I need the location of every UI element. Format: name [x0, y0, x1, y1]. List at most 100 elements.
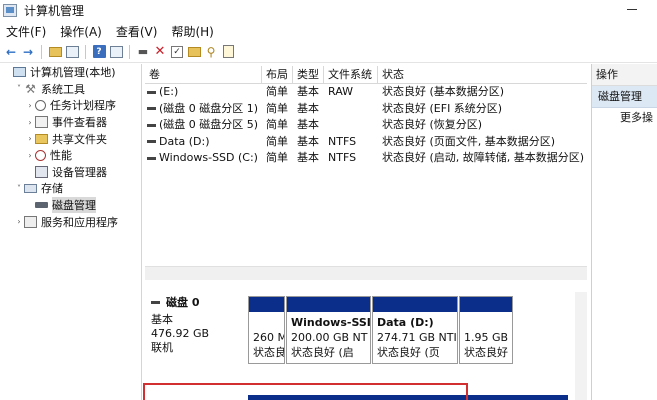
tree-item[interactable]: ˅ ⚒ 系统工具 — [0, 81, 141, 98]
window-title: 计算机管理 — [24, 3, 85, 18]
menu-bar: 文件(F) 操作(A) 查看(V) 帮助(H) — [0, 22, 657, 41]
disk-0-size: 476.92 GB — [151, 327, 210, 340]
tree-item[interactable]: 磁盘管理 — [0, 197, 141, 214]
volume-row[interactable]: Data (D:) 简单 基本 NTFS 状态良好 (页面文件, 基本数据分区) — [145, 134, 587, 151]
partition-size: 274.71 GB NTI — [377, 331, 457, 344]
search-icon[interactable]: ⚲ — [204, 45, 218, 59]
volume-name-cell: Windows-SSD (C:) — [145, 150, 262, 167]
partition-status: 状态良好 (页 — [377, 346, 440, 359]
volume-name-cell: (磁盘 0 磁盘分区 1) — [145, 101, 262, 118]
menu-action[interactable]: 操作(A) — [60, 23, 102, 40]
partition-status: 状态良好 (启 — [291, 346, 354, 359]
highlight-box — [143, 383, 468, 400]
volume-name: (磁盘 0 磁盘分区 1) — [159, 101, 259, 115]
volume-name-cell: Data (D:) — [145, 134, 262, 151]
tree-item[interactable]: ˅ 存储 — [0, 180, 141, 197]
tree-item[interactable]: 计算机管理(本地) — [0, 64, 141, 81]
volume-name: (E:) — [159, 85, 179, 99]
type-cell: 基本 — [297, 118, 319, 131]
help-icon[interactable]: ? — [92, 45, 106, 59]
horizontal-scrollbar[interactable] — [145, 266, 587, 280]
disk-0-name: 磁盘 0 — [166, 296, 200, 309]
volume-row[interactable]: (磁盘 0 磁盘分区 1) 简单 基本 状态良好 (EFI 系统分区) — [145, 101, 587, 118]
forward-arrow-icon[interactable]: → — [21, 45, 35, 59]
partition-band — [460, 297, 512, 312]
tree-item[interactable]: 设备管理器 — [0, 164, 141, 181]
show-hide-tree-icon[interactable] — [65, 45, 79, 59]
tree-item[interactable]: › 共享文件夹 — [0, 130, 141, 147]
partition-body: Data (D:) 274.71 GB NTI 状态良好 (页 — [373, 312, 457, 360]
tree-item[interactable]: › 事件查看器 — [0, 114, 141, 131]
partition-body: 1.95 GB 状态良好 — [460, 312, 512, 360]
layout-cell: 简单 — [266, 151, 288, 164]
partition-size: 1.95 GB — [464, 331, 509, 344]
column-header-filesystem[interactable]: 文件系统 — [324, 66, 378, 83]
layout-cell: 简单 — [266, 101, 288, 115]
tree-item[interactable]: › 性能 — [0, 147, 141, 164]
properties-icon[interactable] — [109, 45, 123, 59]
up-folder-icon[interactable] — [48, 45, 62, 59]
partition-size: 260 M — [253, 331, 285, 344]
partition-recovery[interactable]: 1.95 GB 状态良好 — [459, 296, 513, 364]
console-tree: 计算机管理(本地) ˅ ⚒ 系统工具 › 任务计划程序 › 事件查看器 › 共享文件夹 › 性能 设备管… — [0, 64, 142, 400]
partition-band — [373, 297, 457, 312]
tree-item-label: 共享文件夹 — [52, 132, 107, 146]
actions-more-link[interactable]: 更多操 — [592, 108, 657, 128]
document-icon[interactable] — [221, 45, 235, 59]
disk-view-vertical-scrollbar[interactable] — [575, 292, 587, 400]
column-header-layout[interactable]: 布局 — [262, 66, 293, 83]
partition-body: Windows-SSI 200.00 GB NT 状态良好 (启 — [287, 312, 370, 360]
check-icon[interactable]: ✓ — [170, 45, 184, 59]
chevron-down-icon[interactable]: ˅ — [14, 184, 24, 193]
partition-status: 状态良 — [253, 346, 285, 359]
menu-file[interactable]: 文件(F) — [6, 23, 46, 40]
chevron-right-icon[interactable]: › — [25, 118, 35, 127]
toolbar-separator — [129, 44, 130, 59]
chevron-right-icon[interactable]: › — [25, 134, 35, 143]
partition-band — [249, 297, 284, 312]
partition-data[interactable]: Data (D:) 274.71 GB NTI 状态良好 (页 — [372, 296, 458, 364]
column-header-volume[interactable]: 卷 — [145, 66, 262, 83]
toolbar-separator — [85, 44, 86, 59]
volume-icon — [147, 90, 156, 94]
menu-help[interactable]: 帮助(H) — [171, 23, 213, 40]
back-arrow-icon[interactable]: ← — [4, 45, 18, 59]
disk-0-label[interactable]: 磁盘 0 基本 476.92 GB 联机 — [145, 294, 245, 364]
open-folder-icon[interactable] — [187, 45, 201, 59]
disk-0-type: 基本 — [151, 313, 173, 326]
volume-list-header: 卷 布局 类型 文件系统 状态 — [145, 66, 587, 84]
delete-icon[interactable]: ✕ — [153, 44, 167, 59]
partition-body: 260 M 状态良 — [249, 312, 284, 360]
status-cell: 状态良好 (启动, 故障转储, 基本数据分区) — [382, 151, 585, 164]
volume-row[interactable]: Windows-SSD (C:) 简单 基本 NTFS 状态良好 (启动, 故障转储, … — [145, 150, 587, 167]
partition-size: 200.00 GB NT — [291, 331, 368, 344]
connect-icon[interactable]: ▬ — [136, 45, 150, 59]
column-header-status[interactable]: 状态 — [378, 66, 587, 83]
status-cell: 状态良好 (EFI 系统分区) — [382, 101, 503, 115]
actions-section-disk-management[interactable]: 磁盘管理 — [592, 86, 657, 108]
status-cell: 状态良好 (基本数据分区) — [382, 85, 505, 98]
partition-efi[interactable]: 260 M 状态良 — [248, 296, 285, 364]
chevron-right-icon[interactable]: › — [14, 217, 24, 226]
chevron-right-icon[interactable]: › — [25, 151, 35, 160]
tree-item-label: 存储 — [41, 182, 63, 196]
minimize-button[interactable] — [627, 9, 637, 10]
volume-row[interactable]: (E:) 简单 基本 RAW 状态良好 (基本数据分区) — [145, 84, 587, 101]
volume-row[interactable]: (磁盘 0 磁盘分区 5) 简单 基本 状态良好 (恢复分区) — [145, 117, 587, 134]
toolbar-separator — [41, 44, 42, 59]
folder-icon — [35, 133, 48, 144]
filesystem-cell — [324, 101, 378, 118]
status-cell: 状态良好 (恢复分区) — [382, 118, 483, 131]
filesystem-cell: NTFS — [328, 151, 357, 164]
partition-windows-ssd[interactable]: Windows-SSI 200.00 GB NT 状态良好 (启 — [286, 296, 371, 364]
tree-item-label: 服务和应用程序 — [41, 215, 118, 229]
chevron-right-icon[interactable]: › — [25, 101, 35, 110]
volume-name-cell: (磁盘 0 磁盘分区 5) — [145, 117, 262, 134]
column-header-type[interactable]: 类型 — [293, 66, 324, 83]
menu-view[interactable]: 查看(V) — [116, 23, 158, 40]
clock-icon — [35, 99, 46, 111]
tree-item[interactable]: › 服务和应用程序 — [0, 213, 141, 230]
tree-item[interactable]: › 任务计划程序 — [0, 97, 141, 114]
chevron-down-icon[interactable]: ˅ — [14, 84, 24, 93]
partition-band — [287, 297, 370, 312]
